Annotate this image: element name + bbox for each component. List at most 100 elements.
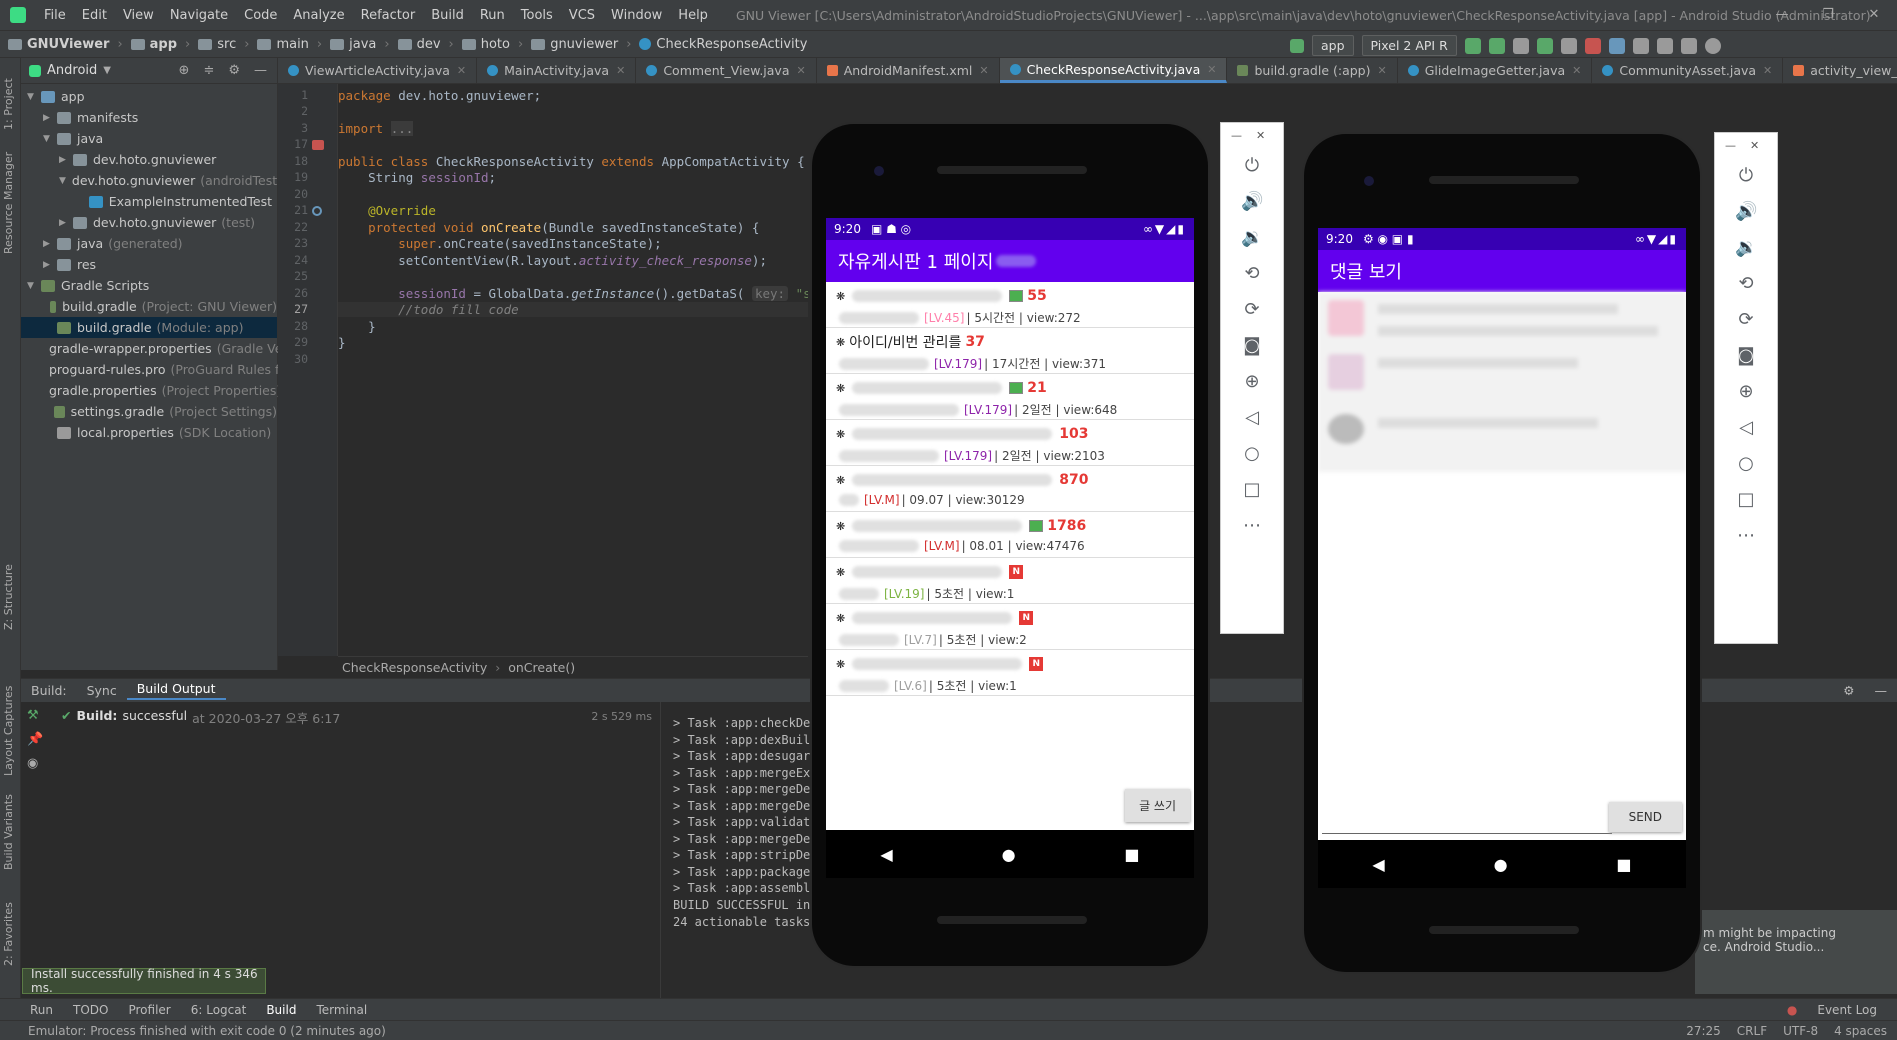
tree-item[interactable]: build.gradle (Project: GNU Viewer): [21, 296, 277, 317]
make-project-icon[interactable]: [1290, 38, 1304, 53]
tree-item[interactable]: ▼ java: [21, 128, 277, 149]
hammer-icon[interactable]: ⚒: [27, 708, 39, 723]
zoom-icon[interactable]: ⊕: [1241, 371, 1263, 393]
home-icon[interactable]: ○: [1735, 453, 1757, 475]
tree-item[interactable]: ▶ manifests: [21, 107, 277, 128]
rotate-left-icon[interactable]: ⟲: [1735, 273, 1757, 295]
overview-icon[interactable]: □: [1735, 489, 1757, 511]
editor-breadcrumb-method[interactable]: onCreate(): [508, 660, 575, 675]
expand-arrow-icon[interactable]: ▶: [59, 218, 73, 228]
gear-icon[interactable]: ⚙: [228, 63, 240, 78]
stop-icon[interactable]: [1584, 37, 1601, 54]
back-icon[interactable]: ◀: [880, 845, 892, 864]
menu-edit[interactable]: Edit: [74, 8, 115, 23]
comment-input[interactable]: [1322, 804, 1612, 834]
close-tab-icon[interactable]: ✕: [616, 64, 625, 77]
post-item[interactable]: ❋ 21 [LV.179] | 2일전 | view:648: [826, 374, 1194, 420]
post-item[interactable]: ❋ N [LV.7] | 5초전 | view:2: [826, 604, 1194, 650]
camera-icon[interactable]: ◙: [1241, 335, 1263, 357]
tree-item[interactable]: ▶ dev.hoto.gnuviewer: [21, 149, 277, 170]
editor-tab[interactable]: AndroidManifest.xml ✕: [817, 58, 1000, 83]
menu-refactor[interactable]: Refactor: [353, 8, 424, 23]
editor-tab[interactable]: build.gradle (:app) ✕: [1227, 58, 1398, 83]
back-icon[interactable]: ◁: [1241, 407, 1263, 429]
tool-tab-event-log[interactable]: Event Log: [1817, 1003, 1877, 1017]
expand-arrow-icon[interactable]: ▶: [43, 239, 57, 249]
sdk-manager-icon[interactable]: [1656, 37, 1673, 54]
tree-item[interactable]: gradle-wrapper.properties (Gradle Ve: [21, 338, 282, 359]
volume-up-icon[interactable]: 🔊: [1735, 201, 1757, 223]
editor-tab[interactable]: CheckResponseActivity.java ✕: [999, 58, 1228, 83]
editor-tab[interactable]: ViewArticleActivity.java ✕: [278, 58, 478, 83]
comment-list[interactable]: [1318, 292, 1686, 472]
tree-item[interactable]: ▶ dev.hoto.gnuviewer (test): [21, 212, 277, 233]
override-gutter-icon[interactable]: [312, 206, 322, 216]
layout-inspector-icon[interactable]: [1680, 37, 1697, 54]
tree-item[interactable]: gradle.properties (Project Properties): [21, 380, 281, 401]
volume-up-icon[interactable]: 🔊: [1241, 191, 1263, 213]
expand-arrow-icon[interactable]: ▼: [27, 281, 41, 291]
stripe-layout-captures[interactable]: Layout Captures: [2, 686, 15, 776]
event-log-icon[interactable]: ●: [1787, 1003, 1797, 1017]
menu-code[interactable]: Code: [236, 8, 285, 23]
close-tab-icon[interactable]: ✕: [1572, 64, 1581, 77]
search-icon[interactable]: [1704, 37, 1721, 54]
stripe-build-variants[interactable]: Build Variants: [2, 794, 15, 870]
recents-icon[interactable]: ■: [1124, 845, 1139, 864]
close-tab-icon[interactable]: ✕: [979, 64, 988, 77]
post-item[interactable]: ❋ N [LV.6] | 5초전 | view:1: [826, 650, 1194, 696]
run-icon[interactable]: [1464, 37, 1481, 54]
stripe-project[interactable]: 1: Project: [2, 78, 15, 130]
menu-view[interactable]: View: [115, 8, 162, 23]
editor-breadcrumb-class[interactable]: CheckResponseActivity: [342, 660, 487, 675]
breadcrumb-main[interactable]: main ›: [249, 37, 322, 52]
minimize-icon[interactable]: —: [1231, 129, 1242, 142]
breadcrumb-src[interactable]: src ›: [190, 37, 249, 52]
tree-item[interactable]: ▶ java (generated): [21, 233, 277, 254]
tool-tab-build[interactable]: Build: [266, 1003, 296, 1017]
gear-icon[interactable]: ⚙: [1833, 683, 1864, 698]
status-message[interactable]: Emulator: Process finished with exit cod…: [28, 1024, 386, 1038]
close-tab-icon[interactable]: ✕: [1377, 64, 1386, 77]
breadcrumb-hoto[interactable]: hoto ›: [454, 37, 523, 52]
target-icon[interactable]: ⊕: [179, 63, 190, 78]
chevron-down-icon[interactable]: ▼: [103, 65, 111, 76]
home-icon[interactable]: ○: [1241, 443, 1263, 465]
stripe-favorites[interactable]: 2: Favorites: [2, 902, 15, 966]
post-item[interactable]: ❋ 1786 [LV.M] | 08.01 | view:47476: [826, 512, 1194, 558]
rotate-left-icon[interactable]: ⟲: [1241, 263, 1263, 285]
post-list[interactable]: ❋ 55 [LV.45] | 5시간전 | view:272 ❋ 아이디/비번 관리를 37…: [826, 282, 1194, 696]
file-encoding[interactable]: UTF-8: [1783, 1024, 1818, 1038]
editor-tab[interactable]: activity_view_article.xml✕: [1783, 58, 1897, 83]
pin-icon[interactable]: 📌: [27, 732, 43, 747]
volume-down-icon[interactable]: 🔉: [1241, 227, 1263, 249]
collapse-icon[interactable]: ≑: [203, 63, 214, 78]
expand-arrow-icon[interactable]: ▶: [43, 113, 57, 123]
apply-changes-icon[interactable]: [1488, 37, 1505, 54]
menu-build[interactable]: Build: [423, 8, 472, 23]
device-select[interactable]: Pixel 2 API R: [1361, 35, 1457, 56]
avd-manager-icon[interactable]: [1632, 37, 1649, 54]
stripe-structure[interactable]: Z: Structure: [2, 564, 15, 630]
tree-item[interactable]: ▼ dev.hoto.gnuviewer (androidTest): [21, 170, 282, 191]
post-item[interactable]: ❋ N [LV.19] | 5초전 | view:1: [826, 558, 1194, 604]
tree-item[interactable]: proguard-rules.pro (ProGuard Rules f: [21, 359, 279, 380]
close-icon[interactable]: ✕: [1256, 129, 1265, 142]
expand-arrow-icon[interactable]: ▶: [59, 155, 73, 165]
back-icon[interactable]: ◁: [1735, 417, 1757, 439]
notification-balloon[interactable]: m might be impacting ce. Android Studio.…: [1695, 910, 1897, 994]
editor-tab[interactable]: CommunityAsset.java ✕: [1592, 58, 1784, 83]
breadcrumb-project[interactable]: GNUViewer ›: [0, 37, 123, 52]
install-toast[interactable]: Install successfully finished in 4 s 346…: [22, 967, 266, 995]
profile-icon[interactable]: [1536, 37, 1553, 54]
breadcrumb-dev[interactable]: dev ›: [390, 37, 454, 52]
post-item[interactable]: ❋ 55 [LV.45] | 5시간전 | view:272: [826, 282, 1194, 328]
minimize-icon[interactable]: —: [1725, 139, 1736, 152]
close-tab-icon[interactable]: ✕: [457, 64, 466, 77]
hide-icon[interactable]: —: [254, 63, 267, 78]
send-button[interactable]: SEND: [1608, 802, 1682, 832]
breadcrumb-class[interactable]: CheckResponseActivity: [631, 37, 807, 52]
run-gutter-icon[interactable]: [312, 140, 324, 150]
volume-down-icon[interactable]: 🔉: [1735, 237, 1757, 259]
tree-item[interactable]: ▶ res: [21, 254, 277, 275]
